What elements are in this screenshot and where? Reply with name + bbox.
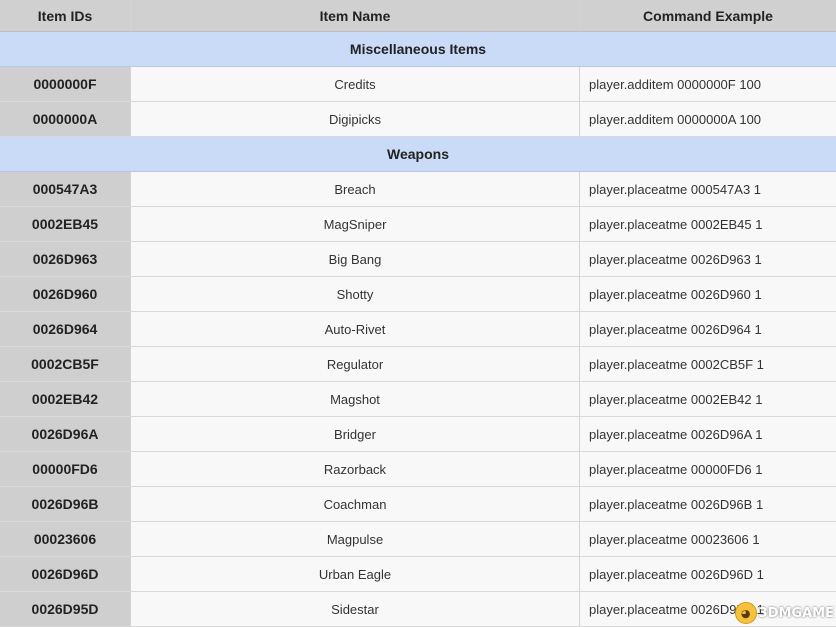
section-title: Weapons bbox=[387, 146, 449, 162]
command-cell: player.placeatme 00000FD6 1 bbox=[580, 452, 836, 486]
section-header: Weapons bbox=[0, 137, 836, 172]
item-id-cell: 0000000F bbox=[0, 67, 131, 101]
table-body: Miscellaneous Items 0000000F Credits player… bbox=[0, 32, 836, 627]
command-cell: player.placeatme 0026D96D 1 bbox=[580, 557, 836, 591]
item-id-cell: 0026D95D bbox=[0, 592, 131, 626]
table-row: 0002EB45 MagSniper player.placeatme 0002EB… bbox=[0, 207, 836, 242]
command-cell: player.additem 0000000F 100 bbox=[580, 67, 836, 101]
item-name-cell: MagSniper bbox=[131, 207, 580, 241]
table-row: 0026D96B Coachman player.placeatme 0026D96… bbox=[0, 487, 836, 522]
item-id-cell: 0026D960 bbox=[0, 277, 131, 311]
header-item-ids: Item IDs bbox=[0, 0, 131, 31]
item-id-cell: 0002EB45 bbox=[0, 207, 131, 241]
command-cell: player.placeatme 0026D964 1 bbox=[580, 312, 836, 346]
command-cell: player.placeatme 0026D963 1 bbox=[580, 242, 836, 276]
command-cell: player.placeatme 0026D96B 1 bbox=[580, 487, 836, 521]
table-header: Item IDs Item Name Command Example bbox=[0, 0, 836, 32]
item-name-cell: Bridger bbox=[131, 417, 580, 451]
section-header: Miscellaneous Items bbox=[0, 32, 836, 67]
table-row: 0000000F Credits player.additem 0000000F 1… bbox=[0, 67, 836, 102]
item-name-cell: Breach bbox=[131, 172, 580, 206]
header-item-name: Item Name bbox=[131, 0, 580, 31]
table-row: 0026D95D Sidestar player.placeatme 0026D95… bbox=[0, 592, 836, 627]
item-id-cell: 0026D96A bbox=[0, 417, 131, 451]
item-name-cell: Credits bbox=[131, 67, 580, 101]
item-id-cell: 0000000A bbox=[0, 102, 131, 136]
table-row: 0026D960 Shotty player.placeatme 0026D960 … bbox=[0, 277, 836, 312]
item-id-cell: 0026D964 bbox=[0, 312, 131, 346]
item-name-cell: Digipicks bbox=[131, 102, 580, 136]
item-name-cell: Auto-Rivet bbox=[131, 312, 580, 346]
table-row: 0026D963 Big Bang player.placeatme 0026D96… bbox=[0, 242, 836, 277]
table-row: 0000000A Digipicks player.additem 0000000A… bbox=[0, 102, 836, 137]
table-row: 00023606 Magpulse player.placeatme 0002360… bbox=[0, 522, 836, 557]
command-cell: player.additem 0000000A 100 bbox=[580, 102, 836, 136]
item-id-cell: 0026D963 bbox=[0, 242, 131, 276]
item-name-cell: Sidestar bbox=[131, 592, 580, 626]
item-name-cell: Big Bang bbox=[131, 242, 580, 276]
item-id-cell: 0026D96D bbox=[0, 557, 131, 591]
command-cell: player.placeatme 00023606 1 bbox=[580, 522, 836, 556]
item-name-cell: Magpulse bbox=[131, 522, 580, 556]
command-cell: player.placeatme 0002EB45 1 bbox=[580, 207, 836, 241]
item-id-table: Item IDs Item Name Command Example Misce… bbox=[0, 0, 836, 627]
item-id-cell: 0026D96B bbox=[0, 487, 131, 521]
mascot-face-icon: ◕ bbox=[734, 602, 757, 624]
table-row: 0026D96D Urban Eagle player.placeatme 0026… bbox=[0, 557, 836, 592]
command-cell: player.placeatme 0002CB5F 1 bbox=[580, 347, 836, 381]
item-name-cell: Coachman bbox=[131, 487, 580, 521]
table-row: 0002EB42 Magshot player.placeatme 0002EB42… bbox=[0, 382, 836, 417]
table-row: 00000FD6 Razorback player.placeatme 00000F… bbox=[0, 452, 836, 487]
command-cell: player.placeatme 0002EB42 1 bbox=[580, 382, 836, 416]
item-id-cell: 00023606 bbox=[0, 522, 131, 556]
item-id-cell: 00000FD6 bbox=[0, 452, 131, 486]
item-name-cell: Razorback bbox=[131, 452, 580, 486]
item-name-cell: Shotty bbox=[131, 277, 580, 311]
header-command-example: Command Example bbox=[643, 7, 773, 24]
item-name-cell: Magshot bbox=[131, 382, 580, 416]
site-watermark: ◕ 3DMGAME bbox=[734, 602, 834, 624]
watermark-text: 3DMGAME bbox=[758, 605, 834, 621]
table-row: 0002CB5F Regulator player.placeatme 0002CB… bbox=[0, 347, 836, 382]
table-row: 000547A3 Breach player.placeatme 000547A3 … bbox=[0, 172, 836, 207]
item-name-cell: Urban Eagle bbox=[131, 557, 580, 591]
item-id-cell: 0002EB42 bbox=[0, 382, 131, 416]
item-id-cell: 000547A3 bbox=[0, 172, 131, 206]
section-title: Miscellaneous Items bbox=[349, 41, 487, 57]
command-cell: player.placeatme 0026D960 1 bbox=[580, 277, 836, 311]
command-cell: player.placeatme 000547A3 1 bbox=[580, 172, 836, 206]
item-id-cell: 0002CB5F bbox=[0, 347, 131, 381]
item-name-cell: Regulator bbox=[131, 347, 580, 381]
table-row: 0026D964 Auto-Rivet player.placeatme 0026D… bbox=[0, 312, 836, 347]
command-cell: player.placeatme 0026D96A 1 bbox=[580, 417, 836, 451]
table-row: 0026D96A Bridger player.placeatme 0026D96A… bbox=[0, 417, 836, 452]
